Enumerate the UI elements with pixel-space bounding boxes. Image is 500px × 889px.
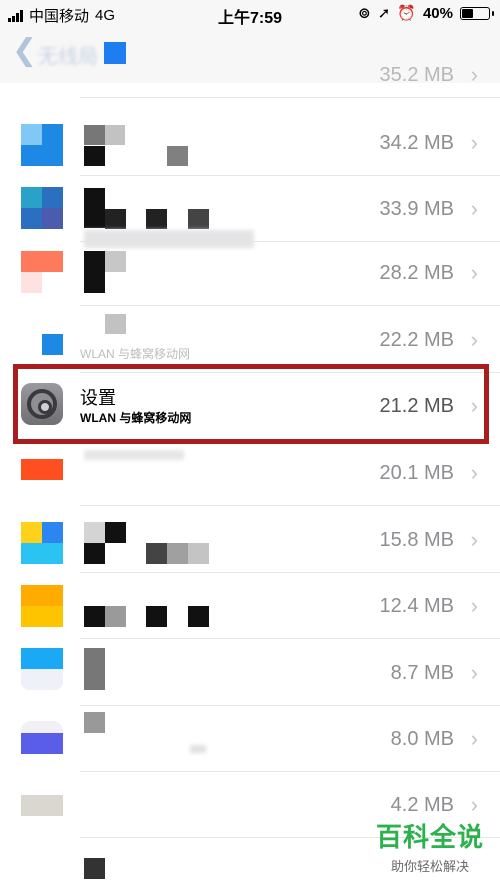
app-icon-detail: [42, 522, 63, 543]
app-name-pixel: [84, 858, 105, 879]
separator: [80, 505, 500, 506]
app-name-pixel: [105, 209, 126, 229]
app-icon: [21, 648, 63, 669]
app-name-pixel: [105, 125, 125, 145]
app-name-pixel: [105, 314, 126, 334]
app-name-pixel: [84, 648, 105, 690]
chevron-right-icon: ›: [470, 460, 478, 485]
app-subtitle: WLAN 与蜂窝移动网: [80, 347, 191, 361]
app-size: 8.7 MB: [390, 662, 454, 684]
app-name-pixel: [84, 606, 105, 627]
app-name-pixel: [190, 745, 206, 753]
status-bar: 中国移动 4G 上午7:59 ⊚ ➚ ⏰ 40%: [0, 0, 500, 28]
app-size: 34.2 MB: [379, 132, 454, 154]
chevron-right-icon: ›: [470, 726, 478, 751]
app-name-pixel: [84, 522, 105, 543]
app-icon: [21, 251, 63, 272]
chevron-right-icon: ›: [470, 260, 478, 285]
app-name-pixel: [146, 543, 167, 564]
app-name-pixel: [167, 146, 188, 166]
watermark-subtitle: 助你轻松解决: [390, 859, 469, 874]
app-row[interactable]: 28.2 MB ›: [0, 240, 500, 306]
app-row[interactable]: 12.4 MB ›: [0, 573, 500, 639]
app-name-pixel: [188, 606, 209, 627]
separator: [80, 638, 500, 639]
app-name-pixel: [84, 188, 105, 228]
app-size: 12.4 MB: [379, 595, 454, 617]
app-size: 35.2 MB: [379, 64, 454, 86]
app-size: 8.0 MB: [390, 728, 454, 750]
highlight-box: [13, 364, 489, 444]
rotation-lock-icon: ⊚: [358, 5, 371, 22]
location-icon: ➚: [377, 5, 391, 22]
separator: [80, 305, 500, 306]
app-icon-detail: [21, 187, 42, 208]
chevron-right-icon: ›: [470, 527, 478, 552]
app-icon-detail: [21, 272, 42, 293]
app-icon: [21, 733, 63, 754]
app-size: 33.9 MB: [379, 198, 454, 220]
app-row[interactable]: 34.2 MB ›: [0, 110, 500, 176]
battery-percent: 40%: [422, 4, 453, 22]
app-icon-detail: [21, 669, 63, 690]
app-icon-detail: [21, 585, 63, 606]
battery-icon: [460, 6, 494, 20]
chevron-right-icon: ›: [470, 593, 478, 618]
app-name-pixel: [105, 251, 126, 272]
app-icon-detail: [42, 208, 63, 229]
app-name-pixel: [146, 606, 167, 627]
app-icon-detail: [21, 124, 42, 145]
separator: [80, 97, 500, 98]
app-row-partial[interactable]: 35.2 MB ›: [0, 52, 500, 98]
app-name-pixel: [105, 606, 126, 627]
chevron-right-icon: ›: [470, 196, 478, 221]
app-name-pixel: [84, 125, 105, 145]
app-row[interactable]: 8.7 MB ›: [0, 640, 500, 706]
app-name-pixel: [84, 146, 105, 166]
app-icon-detail: [21, 522, 42, 543]
app-name-pixel: [84, 712, 105, 733]
app-size: 20.1 MB: [379, 462, 454, 484]
app-name-pixel: [84, 543, 105, 564]
app-name-pixel: [105, 522, 126, 543]
app-row[interactable]: 15.8 MB ›: [0, 507, 500, 573]
app-row[interactable]: 8.0 MB ›: [0, 706, 500, 772]
chevron-right-icon: ›: [470, 660, 478, 685]
app-icon: [21, 795, 63, 816]
app-size: 28.2 MB: [379, 262, 454, 284]
app-name-pixel: [188, 543, 209, 564]
app-row[interactable]: 20.1 MB ›: [0, 440, 500, 506]
watermark: 百科全说 助你轻松解决: [376, 817, 484, 875]
app-name-pixel: [188, 209, 209, 229]
app-name-pixel: [84, 251, 105, 293]
watermark-title: 百科全说: [375, 822, 484, 852]
app-name-pixel: [84, 450, 184, 460]
chevron-right-icon: ›: [470, 62, 478, 87]
app-name-pixel: [146, 209, 167, 229]
app-icon: [42, 334, 63, 355]
app-icon: [21, 459, 63, 480]
app-icon-detail: [21, 721, 63, 733]
chevron-right-icon: ›: [470, 130, 478, 155]
app-name-pixel: [167, 543, 188, 564]
app-size: 15.8 MB: [379, 529, 454, 551]
alarm-icon: ⏰: [397, 5, 416, 22]
